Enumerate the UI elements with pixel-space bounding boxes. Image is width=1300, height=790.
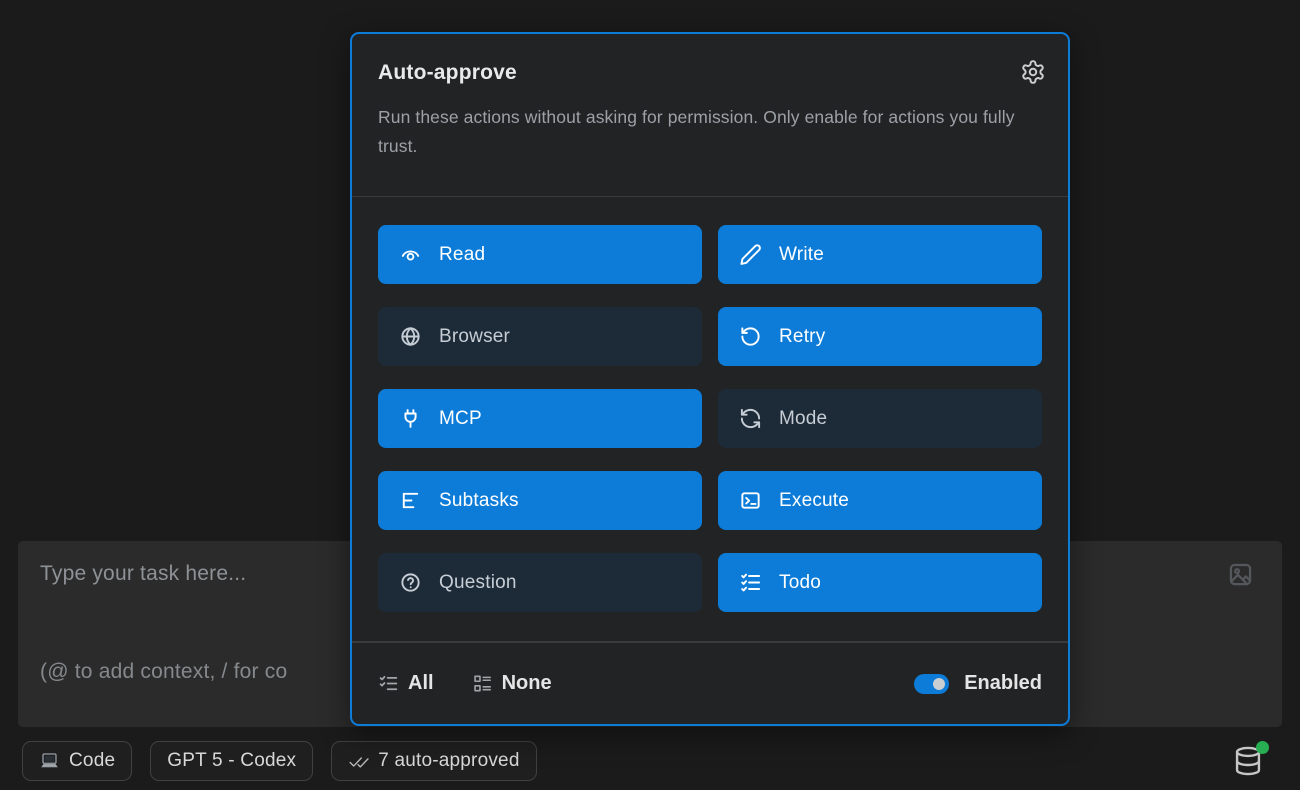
terminal-icon — [739, 489, 762, 512]
select-all-button[interactable]: All — [378, 672, 434, 695]
action-label: Read — [439, 244, 485, 266]
action-button-mcp[interactable]: MCP — [378, 389, 702, 448]
image-icon — [1227, 561, 1254, 588]
action-button-write[interactable]: Write — [718, 225, 1042, 284]
enabled-toggle-label: Enabled — [964, 672, 1042, 695]
auto-approve-title: Auto-approve — [378, 61, 1042, 85]
globe-icon — [399, 325, 422, 348]
auto-approve-description: Run these actions without asking for per… — [378, 103, 1028, 161]
pencil-icon — [739, 243, 762, 266]
gear-icon — [1020, 59, 1046, 85]
statusbar: Code GPT 5 - Codex 7 auto-approved — [22, 741, 537, 781]
attach-image-button[interactable] — [1227, 561, 1254, 588]
action-button-question[interactable]: Question — [378, 553, 702, 612]
history-database-button[interactable] — [1232, 745, 1264, 777]
action-label: Retry — [779, 326, 825, 348]
checklist-icon — [739, 571, 762, 594]
action-button-retry[interactable]: Retry — [718, 307, 1042, 366]
status-green-dot — [1256, 741, 1269, 754]
mode-label: Code — [69, 750, 115, 772]
task-input-hint: (@ to add context, / for co — [40, 660, 287, 684]
auto-approve-modal: Auto-approve Run these actions without a… — [350, 32, 1070, 726]
task-input-placeholder: Type your task here... — [40, 562, 246, 586]
plug-icon — [399, 407, 422, 430]
action-label: Browser — [439, 326, 510, 348]
auto-approve-header: Auto-approve Run these actions without a… — [352, 34, 1068, 196]
auto-approve-summary-button[interactable]: 7 auto-approved — [331, 741, 536, 781]
eye-icon — [399, 243, 422, 266]
action-label: Execute — [779, 490, 849, 512]
rotate-icon — [739, 325, 762, 348]
toggle-knob — [933, 678, 945, 690]
auto-approve-summary-label: 7 auto-approved — [378, 750, 519, 772]
select-none-icon — [472, 673, 493, 694]
list-tree-icon — [399, 489, 422, 512]
sync-icon — [739, 407, 762, 430]
action-label: MCP — [439, 408, 482, 430]
settings-button[interactable] — [1020, 59, 1046, 85]
action-label: Write — [779, 244, 824, 266]
action-label: Mode — [779, 408, 827, 430]
question-icon — [399, 571, 422, 594]
action-button-todo[interactable]: Todo — [718, 553, 1042, 612]
enabled-toggle[interactable] — [914, 674, 949, 694]
laptop-icon — [39, 751, 60, 772]
select-all-icon — [378, 673, 399, 694]
auto-approve-actions-grid: Read Write Browser — [352, 197, 1068, 641]
select-none-label: None — [502, 672, 552, 695]
select-all-label: All — [408, 672, 434, 695]
auto-approve-footer: All None Enabled — [352, 642, 1068, 724]
action-button-read[interactable]: Read — [378, 225, 702, 284]
action-button-mode[interactable]: Mode — [718, 389, 1042, 448]
action-label: Subtasks — [439, 490, 519, 512]
select-none-button[interactable]: None — [472, 672, 552, 695]
check-all-icon — [348, 751, 369, 772]
model-selector-button[interactable]: GPT 5 - Codex — [150, 741, 313, 781]
action-button-subtasks[interactable]: Subtasks — [378, 471, 702, 530]
model-label: GPT 5 - Codex — [167, 750, 296, 772]
action-label: Todo — [779, 572, 821, 594]
action-label: Question — [439, 572, 517, 594]
action-button-browser[interactable]: Browser — [378, 307, 702, 366]
mode-selector-button[interactable]: Code — [22, 741, 132, 781]
action-button-execute[interactable]: Execute — [718, 471, 1042, 530]
